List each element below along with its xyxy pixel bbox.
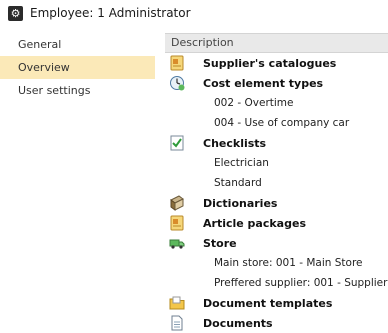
tree-subitem[interactable]: Preffered supplier: 001 - Supplier 1	[165, 273, 388, 293]
tree-item-store[interactable]: Store	[165, 233, 388, 253]
truck-icon	[168, 234, 186, 252]
sidebar: General Overview User settings	[0, 33, 155, 333]
dictionary-icon	[168, 194, 186, 212]
tree-item-label: Article packages	[203, 216, 306, 230]
window-title: Employee: 1 Administrator	[30, 6, 191, 20]
document-icon	[168, 314, 186, 332]
column-header-description[interactable]: Description	[165, 33, 388, 53]
catalogue-icon	[168, 54, 186, 72]
tree-subitem[interactable]: 002 - Overtime	[165, 93, 388, 113]
tree-item-label: Supplier's catalogues	[203, 56, 337, 70]
tree-item-label: Document templates	[203, 296, 333, 310]
tree-item-cost-element-types[interactable]: Cost element types	[165, 73, 388, 93]
folder-icon	[168, 294, 186, 312]
overview-tree: Description Supplier's catalogues Cost e…	[165, 33, 388, 333]
tree-item-label: Dictionaries	[203, 196, 278, 210]
tree-item-label: Cost element types	[203, 76, 324, 90]
tree-subitem[interactable]: Main store: 001 - Main Store	[165, 253, 388, 273]
tree-subitem[interactable]: Standard	[165, 173, 388, 193]
tree-item-document-templates[interactable]: Document templates	[165, 293, 388, 313]
tree-item-label: Checklists	[203, 136, 267, 150]
sidebar-item-user-settings[interactable]: User settings	[0, 79, 155, 102]
gear-icon: ⚙	[8, 5, 23, 21]
tree-item-documents[interactable]: Documents	[165, 313, 388, 333]
tree-item-label: Documents	[203, 316, 273, 330]
checklist-icon	[168, 134, 186, 152]
clock-icon	[168, 74, 186, 92]
tree-item-dictionaries[interactable]: Dictionaries	[165, 193, 388, 213]
tree-item-article-packages[interactable]: Article packages	[165, 213, 388, 233]
tree-subitem[interactable]: Electrician	[165, 153, 388, 173]
tree-subitem[interactable]: 004 - Use of company car	[165, 113, 388, 133]
sidebar-item-general[interactable]: General	[0, 33, 155, 56]
tree-item-suppliers-catalogues[interactable]: Supplier's catalogues	[165, 53, 388, 73]
package-icon	[168, 214, 186, 232]
sidebar-item-overview[interactable]: Overview	[0, 56, 155, 79]
tree-item-checklists[interactable]: Checklists	[165, 133, 388, 153]
tree-item-label: Store	[203, 236, 237, 250]
title-bar: ⚙ Employee: 1 Administrator	[0, 0, 388, 26]
